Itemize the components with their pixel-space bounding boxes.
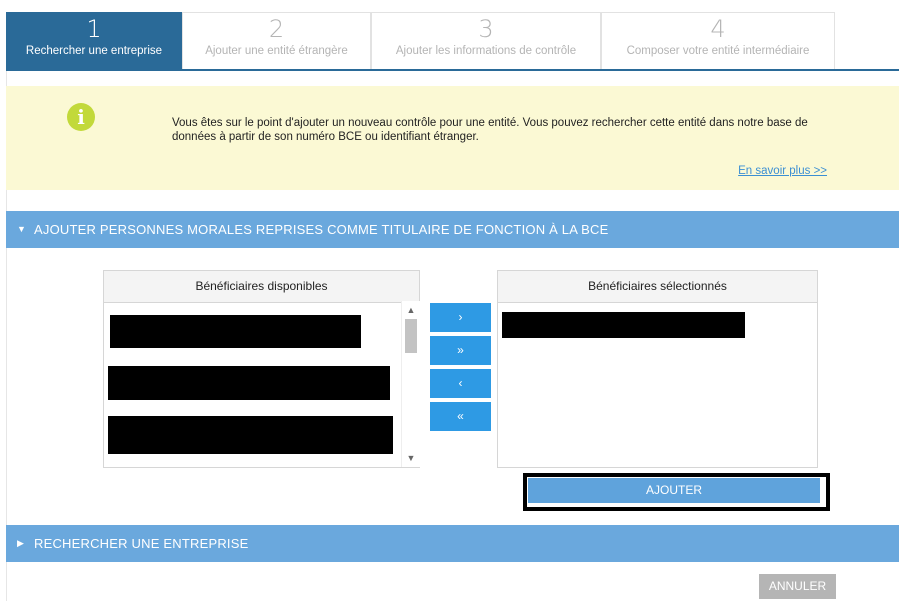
- steps-divider: [6, 69, 899, 71]
- list-scrollbar[interactable]: ▲ ▼: [401, 301, 420, 467]
- redacted-list-item[interactable]: [502, 312, 745, 338]
- selected-list-title: Bénéficiaires sélectionnés: [498, 271, 817, 303]
- step-4[interactable]: 4 Composer votre entité intermédiaire: [601, 12, 835, 69]
- redacted-list-item[interactable]: [110, 315, 361, 348]
- info-icon: i: [67, 103, 95, 131]
- info-message: Vous êtes sur le point d'ajouter un nouv…: [172, 117, 808, 143]
- caret-right-icon: ▶: [17, 538, 25, 548]
- section-search-header[interactable]: ▶ RECHERCHER UNE ENTREPRISE: [6, 525, 899, 562]
- redacted-list-item[interactable]: [108, 416, 393, 454]
- step-number: 3: [478, 15, 494, 43]
- caret-down-icon: ▼: [17, 224, 27, 234]
- step-label: Ajouter les informations de contrôle: [395, 45, 577, 57]
- wizard-steps: 1 Rechercher une entreprise 2 Ajouter un…: [6, 12, 835, 69]
- scroll-down-icon[interactable]: ▼: [402, 451, 420, 465]
- redacted-list-item[interactable]: [108, 366, 390, 400]
- move-one-left-button[interactable]: ‹: [430, 369, 491, 398]
- step-number: 1: [86, 15, 102, 43]
- info-banner: i Vous êtes sur le point d'ajouter un no…: [6, 86, 899, 190]
- add-button[interactable]: AJOUTER: [528, 478, 820, 503]
- section-add-title: AJOUTER PERSONNES MORALES REPRISES COMME…: [34, 222, 609, 237]
- scroll-up-icon[interactable]: ▲: [402, 303, 420, 317]
- move-all-left-button[interactable]: «: [430, 402, 491, 431]
- learn-more-link[interactable]: En savoir plus >>: [738, 165, 827, 177]
- step-2[interactable]: 2 Ajouter une entité étrangère: [182, 12, 371, 69]
- scroll-thumb[interactable]: [405, 319, 417, 353]
- step-label: Ajouter une entité étrangère: [205, 45, 348, 57]
- step-label: Rechercher une entreprise: [25, 45, 163, 57]
- step-number: 4: [710, 15, 726, 43]
- available-list-title: Bénéficiaires disponibles: [104, 271, 419, 303]
- section-search-title: RECHERCHER UNE ENTREPRISE: [34, 536, 249, 551]
- selected-beneficiaries-list[interactable]: Bénéficiaires sélectionnés: [497, 270, 818, 468]
- cancel-button[interactable]: ANNULER: [759, 574, 836, 599]
- section-add-header[interactable]: ▼ AJOUTER PERSONNES MORALES REPRISES COM…: [6, 211, 899, 248]
- move-all-right-button[interactable]: »: [430, 336, 491, 365]
- step-label: Composer votre entité intermédiaire: [626, 45, 810, 57]
- step-number: 2: [268, 15, 285, 43]
- step-1[interactable]: 1 Rechercher une entreprise: [6, 12, 182, 69]
- step-3[interactable]: 3 Ajouter les informations de contrôle: [371, 12, 601, 69]
- move-one-right-button[interactable]: ›: [430, 303, 491, 332]
